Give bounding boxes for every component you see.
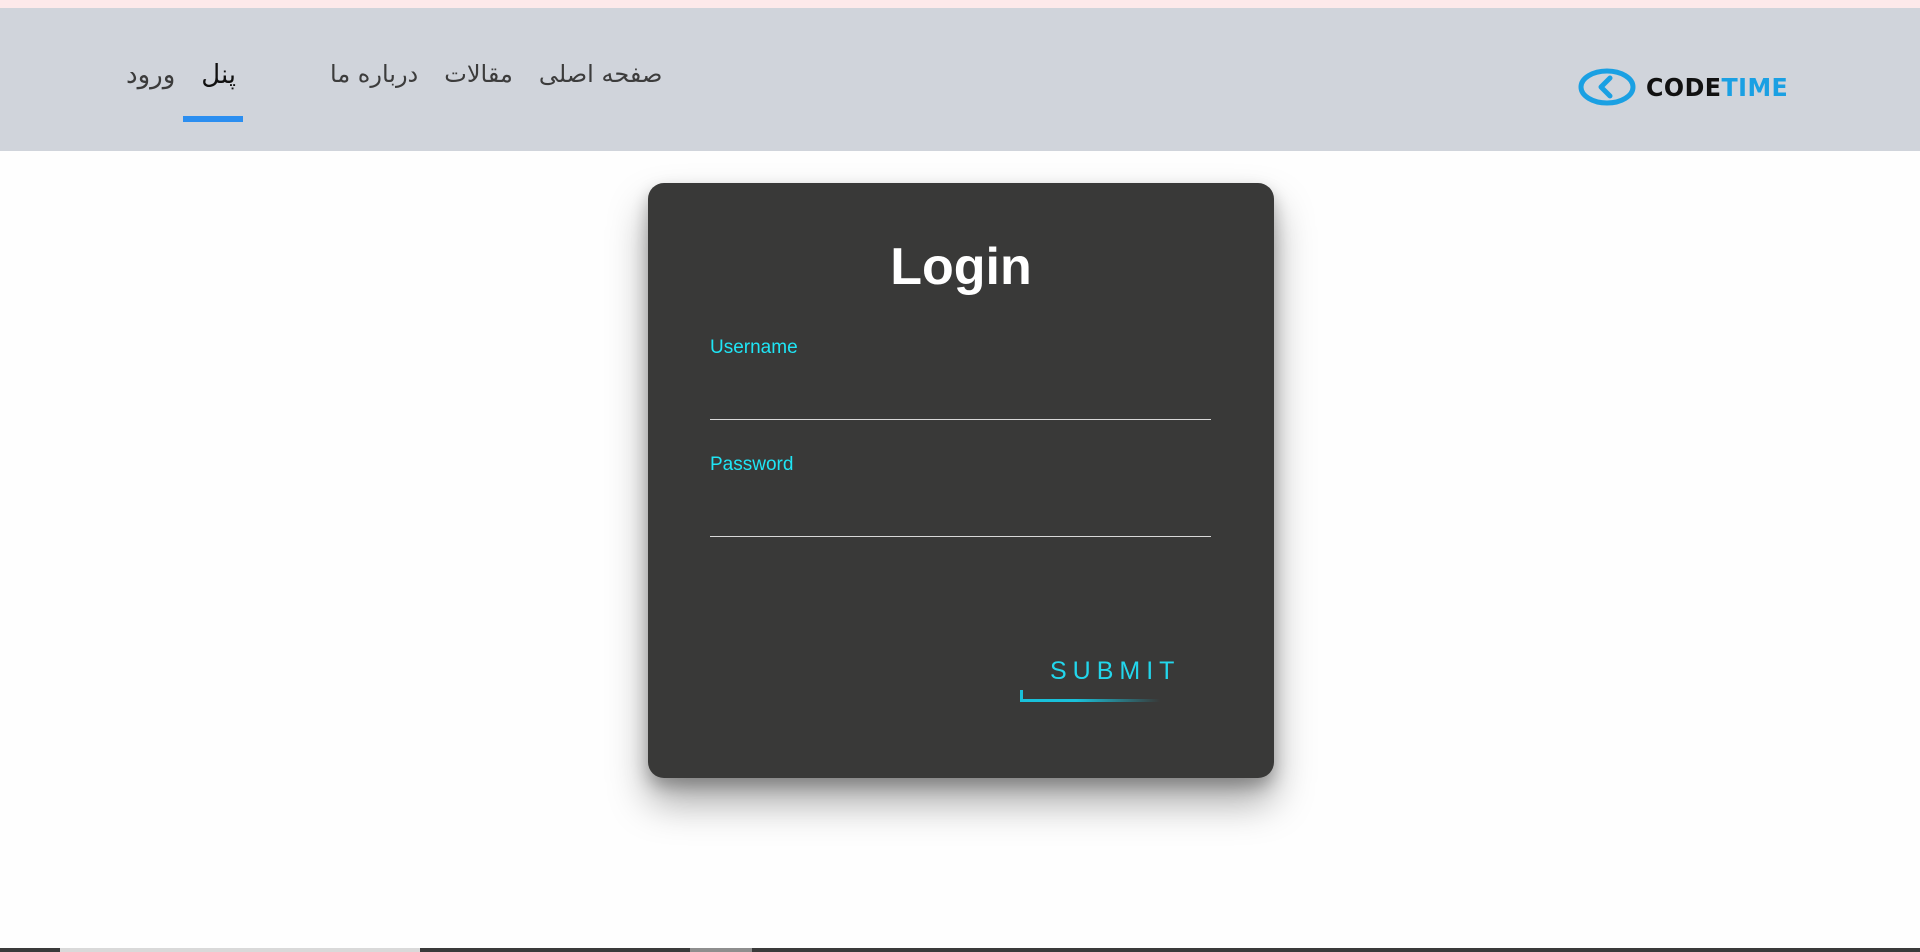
bottom-taskbar-segment	[690, 948, 752, 952]
nav-link-articles[interactable]: مقالات	[444, 60, 513, 88]
auth-nav: پنل ورود	[126, 60, 236, 90]
nav-link-about[interactable]: درباره ما	[330, 60, 418, 88]
brand-wordmark: CODETIME	[1646, 73, 1788, 102]
brand-wordmark-code: CODE	[1646, 72, 1722, 102]
chevron-left-circle-icon	[1578, 68, 1636, 106]
username-input[interactable]	[710, 380, 1211, 420]
password-input[interactable]	[710, 497, 1211, 537]
password-label: Password	[710, 454, 794, 475]
login-title: Login	[890, 238, 1032, 296]
top-accent-strip	[0, 0, 1920, 8]
submit-button[interactable]: SUBMIT	[1020, 657, 1174, 703]
submit-underline	[1020, 699, 1160, 702]
bottom-taskbar-segment	[60, 948, 420, 952]
nav-link-login[interactable]: ورود	[126, 60, 175, 90]
nav-link-panel[interactable]: پنل	[201, 60, 236, 90]
active-tab-indicator	[183, 116, 243, 122]
username-label: Username	[710, 337, 798, 358]
brand-wordmark-time: TIME	[1721, 72, 1789, 102]
nav-link-home[interactable]: صفحه اصلی	[539, 60, 663, 88]
login-card: Login Username Password SUBMIT	[648, 183, 1274, 778]
submit-label: SUBMIT	[1050, 657, 1181, 685]
brand-logo[interactable]: CODETIME	[1578, 68, 1796, 106]
main-nav: صفحه اصلی مقالات درباره ما	[330, 60, 662, 88]
navbar: صفحه اصلی مقالات درباره ما پنل ورود CODE…	[0, 8, 1920, 151]
